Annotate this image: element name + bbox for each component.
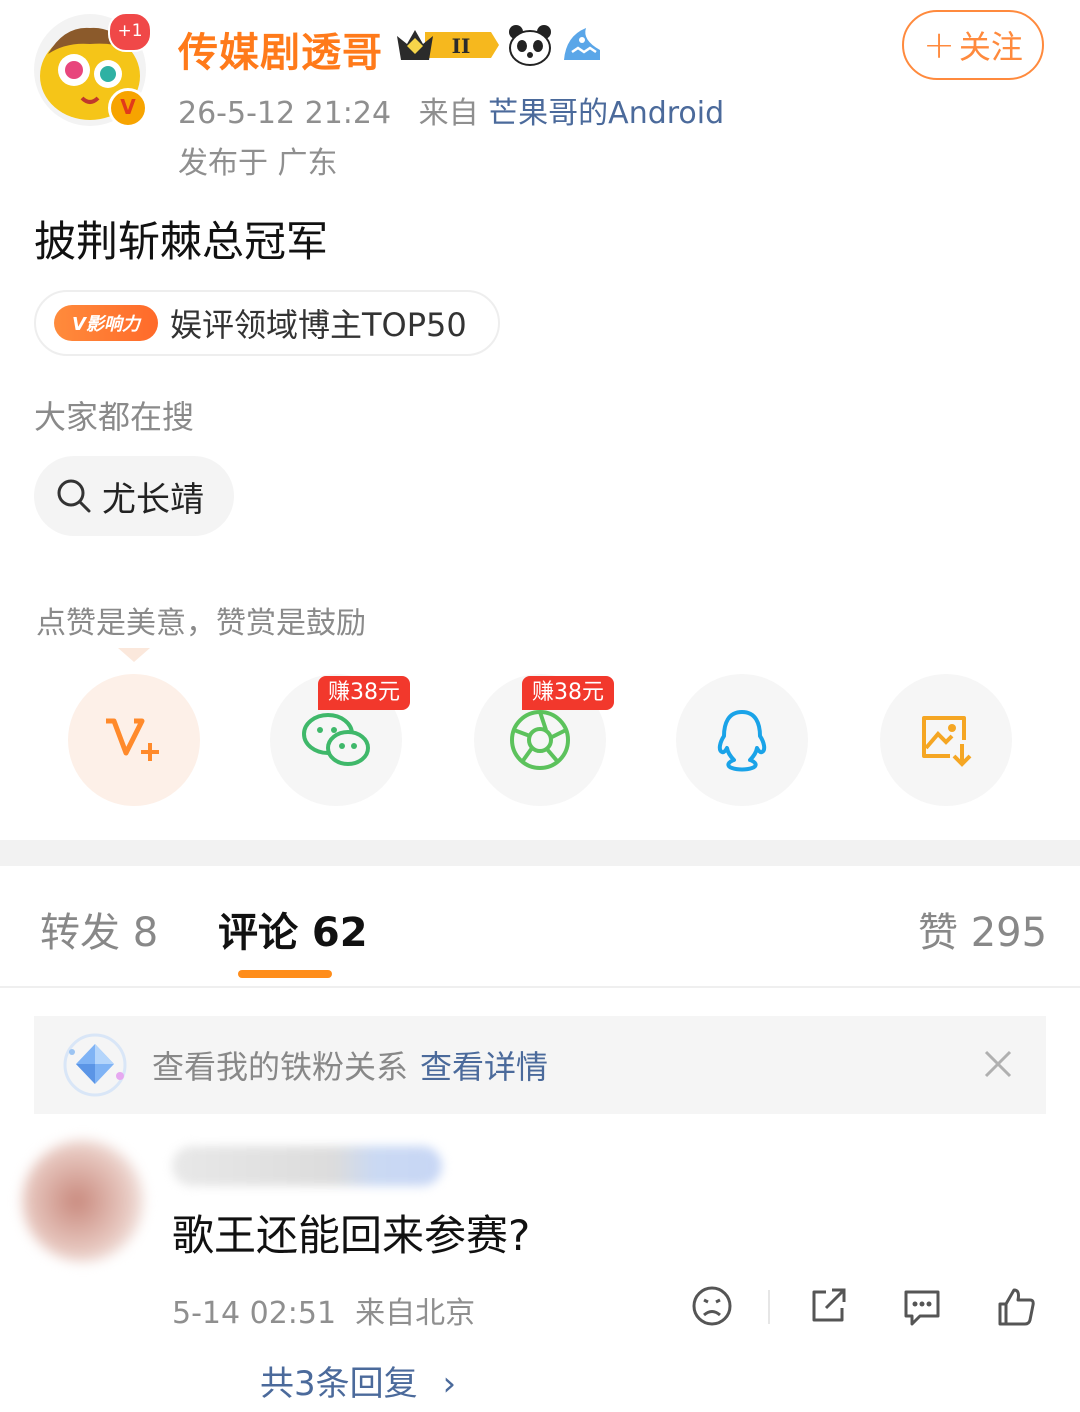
influence-badge: V影响力: [54, 305, 158, 341]
follow-label: 关注: [958, 28, 1023, 66]
post-time: 26-5-12 21:24: [178, 96, 392, 131]
panda-icon[interactable]: [508, 24, 552, 66]
qq-icon: [717, 710, 767, 772]
action-separator: [768, 1290, 770, 1324]
search-icon: [57, 479, 91, 513]
replies-label: 共3条回复: [260, 1364, 418, 1404]
comment-icon[interactable]: [900, 1284, 944, 1328]
tip-pointer: [118, 648, 150, 662]
hot-search-label: 尤长靖: [102, 479, 204, 520]
shark-icon[interactable]: [560, 24, 604, 66]
wechat-icon: [302, 713, 370, 766]
plus-icon: +: [923, 23, 955, 67]
source-prefix: 来自: [418, 96, 479, 131]
diamond-icon: [63, 1033, 127, 1097]
fan-detail-link[interactable]: 查看详情: [420, 1042, 548, 1088]
reward-tip: 点赞是美意，赞赏是鼓励: [36, 606, 366, 641]
moments-icon: [510, 710, 570, 770]
sad-face-icon[interactable]: [690, 1284, 734, 1328]
post-meta: 26-5-12 21:24 来自 芒果哥的Android: [178, 88, 724, 132]
follow-button[interactable]: + 关注: [902, 10, 1044, 80]
notification-badge: +1: [108, 12, 152, 52]
post-location: 发布于 广东: [178, 146, 338, 181]
tab-like[interactable]: 赞 295: [918, 900, 1047, 958]
like-icon[interactable]: [994, 1284, 1038, 1328]
reward-button[interactable]: [68, 674, 200, 806]
tab-repost[interactable]: 转发 8: [40, 900, 158, 958]
chevron-right-icon: ›: [442, 1364, 457, 1404]
post-text: 披荆斩棘总冠军: [34, 217, 329, 266]
fan-text: 查看我的铁粉关系: [152, 1048, 409, 1086]
tab-comment[interactable]: 评论 62: [218, 900, 368, 958]
comment-text: 歌王还能回来参赛?: [172, 1211, 531, 1260]
save-image-button[interactable]: [880, 674, 1012, 806]
reward-v-plus-icon: [106, 718, 159, 761]
verified-badge-icon: V: [108, 88, 148, 128]
commenter-avatar[interactable]: [22, 1140, 144, 1262]
hot-search-title: 大家都在搜: [34, 398, 195, 436]
view-replies-link[interactable]: 共3条回复 ›: [260, 1356, 456, 1405]
earn-tag-moments: 赚38元: [522, 676, 614, 710]
tab-divider: [0, 986, 1080, 988]
influence-tag[interactable]: V影响力 娱评领域博主TOP50: [34, 290, 500, 356]
tab-active-indicator: [238, 970, 332, 978]
crown-level-icon[interactable]: II: [395, 24, 499, 66]
level-label: II: [452, 34, 471, 58]
save-image-icon: [922, 716, 972, 767]
post-source[interactable]: 芒果哥的Android: [488, 96, 724, 131]
username[interactable]: 传媒剧透哥: [178, 20, 383, 78]
share-icon[interactable]: [806, 1284, 850, 1328]
section-divider: [0, 840, 1080, 866]
influence-text: 娱评领域博主TOP50: [170, 306, 467, 344]
fan-relationship-bar[interactable]: 查看我的铁粉关系 查看详情: [34, 1016, 1046, 1114]
earn-tag-wechat: 赚38元: [318, 676, 410, 710]
close-icon[interactable]: [982, 1048, 1014, 1080]
comment-time-location: 5-14 02:51 来自北京: [172, 1296, 476, 1331]
commenter-name-blurred[interactable]: [172, 1146, 442, 1186]
share-qq-button[interactable]: [676, 674, 808, 806]
hot-search-item[interactable]: 尤长靖: [34, 456, 234, 536]
